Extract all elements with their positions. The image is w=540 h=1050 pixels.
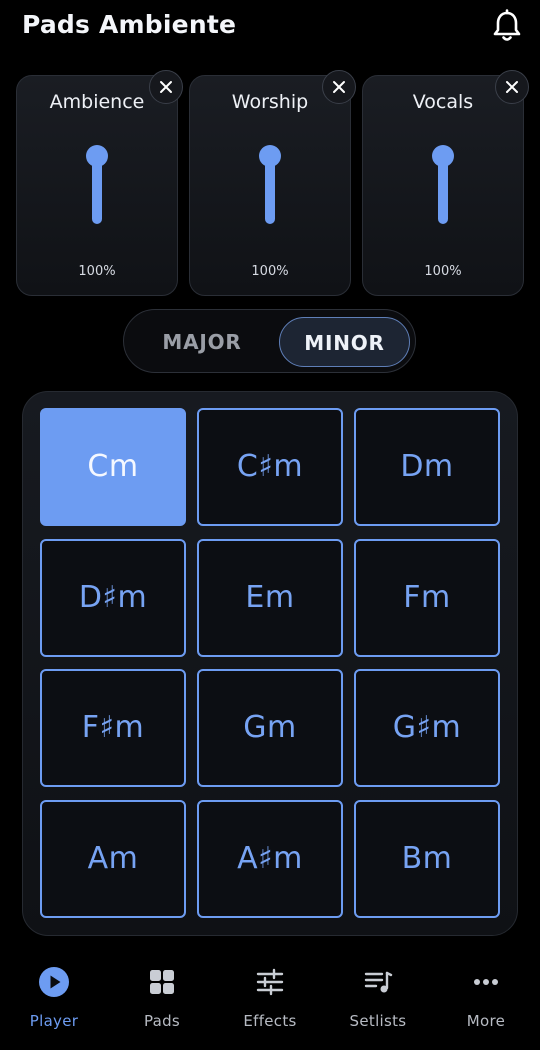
chord-pad-csharp-m[interactable]: C♯m [197,408,343,526]
app-header: Pads Ambiente [0,0,540,56]
nav-label: Player [29,1012,79,1030]
close-icon [333,81,345,93]
play-circle-icon [39,967,69,997]
chord-pad-asharp-m[interactable]: A♯m [197,800,343,918]
nav-item-effects[interactable]: Effects [216,950,324,1050]
channel-level: 100% [424,264,462,279]
chord-pad-cm[interactable]: Cm [40,408,186,526]
channel-worship: Worship 100% [189,70,356,296]
nav-label: Effects [243,1012,297,1030]
nav-item-player[interactable]: Player [0,950,108,1050]
sliders-icon [256,968,284,996]
close-icon [506,81,518,93]
channel-vocals: Vocals 100% [362,70,529,296]
chord-pad-am[interactable]: Am [40,800,186,918]
chord-pad-em[interactable]: Em [197,539,343,657]
volume-fader-handle[interactable] [86,145,108,167]
chord-pad-dsharp-m[interactable]: D♯m [40,539,186,657]
channel-level: 100% [78,264,116,279]
volume-fader-track[interactable] [92,160,102,224]
app-title: Pads Ambiente [22,10,237,39]
bell-icon[interactable] [490,8,524,44]
nav-label: Setlists [349,1012,407,1030]
mixer: Ambience 100% Worship 100% Vocals 100% [16,70,529,297]
nav-label: Pads [143,1012,181,1030]
volume-fader-track[interactable] [438,160,448,224]
volume-fader-track[interactable] [265,160,275,224]
close-channel-button[interactable] [495,70,529,104]
grid-icon [150,970,174,994]
playlist-icon [364,971,393,993]
chord-pad-fm[interactable]: Fm [354,539,500,657]
chord-pad-dm[interactable]: Dm [354,408,500,526]
nav-item-more[interactable]: More [432,950,540,1050]
channel-ambience: Ambience 100% [16,70,183,296]
nav-item-pads[interactable]: Pads [108,950,216,1050]
scale-major-button[interactable]: MAJOR [132,317,272,367]
chord-pad-grid: Cm C♯m Dm D♯m Em Fm F♯m Gm G♯m Am A♯m Bm [22,391,518,936]
chord-pad-fsharp-m[interactable]: F♯m [40,669,186,787]
channel-level: 100% [251,264,289,279]
close-channel-button[interactable] [322,70,356,104]
bottom-nav: Player Pads Effects Setlists More [0,950,540,1050]
more-dots-icon [474,979,498,985]
scale-toggle: MAJOR MINOR [123,309,416,373]
chord-pad-gm[interactable]: Gm [197,669,343,787]
chord-pad-bm[interactable]: Bm [354,800,500,918]
close-channel-button[interactable] [149,70,183,104]
nav-label: More [466,1012,506,1030]
close-icon [160,81,172,93]
chord-pad-gsharp-m[interactable]: G♯m [354,669,500,787]
scale-minor-button[interactable]: MINOR [279,317,410,367]
nav-item-setlists[interactable]: Setlists [324,950,432,1050]
volume-fader-handle[interactable] [259,145,281,167]
volume-fader-handle[interactable] [432,145,454,167]
